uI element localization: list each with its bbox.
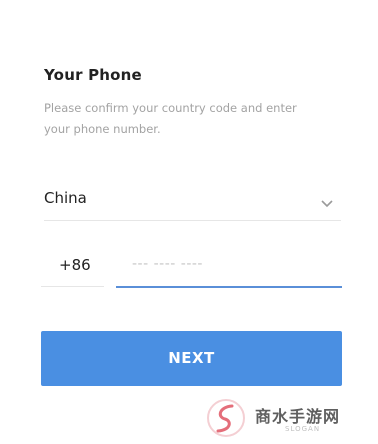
- watermark-logo-icon: [205, 397, 247, 439]
- country-select[interactable]: China: [44, 178, 341, 221]
- country-code-value: +86: [59, 256, 91, 274]
- watermark: 商水手游网 SLOGAN: [205, 395, 375, 441]
- page-subtitle: Please confirm your country code and ent…: [44, 101, 297, 136]
- country-name: China: [44, 189, 87, 207]
- watermark-slogan: SLOGAN: [285, 425, 321, 433]
- phone-number-placeholder: --- ---- ----: [132, 256, 203, 272]
- phone-login-screen: Your Phone Please confirm your country c…: [0, 0, 378, 444]
- phone-number-input[interactable]: --- ---- ----: [116, 246, 342, 288]
- country-code-field[interactable]: +86: [41, 246, 104, 287]
- next-button[interactable]: NEXT: [41, 331, 342, 386]
- chevron-down-icon: [321, 193, 333, 208]
- watermark-text: 商水手游网: [255, 407, 341, 426]
- page-title: Your Phone: [44, 66, 142, 84]
